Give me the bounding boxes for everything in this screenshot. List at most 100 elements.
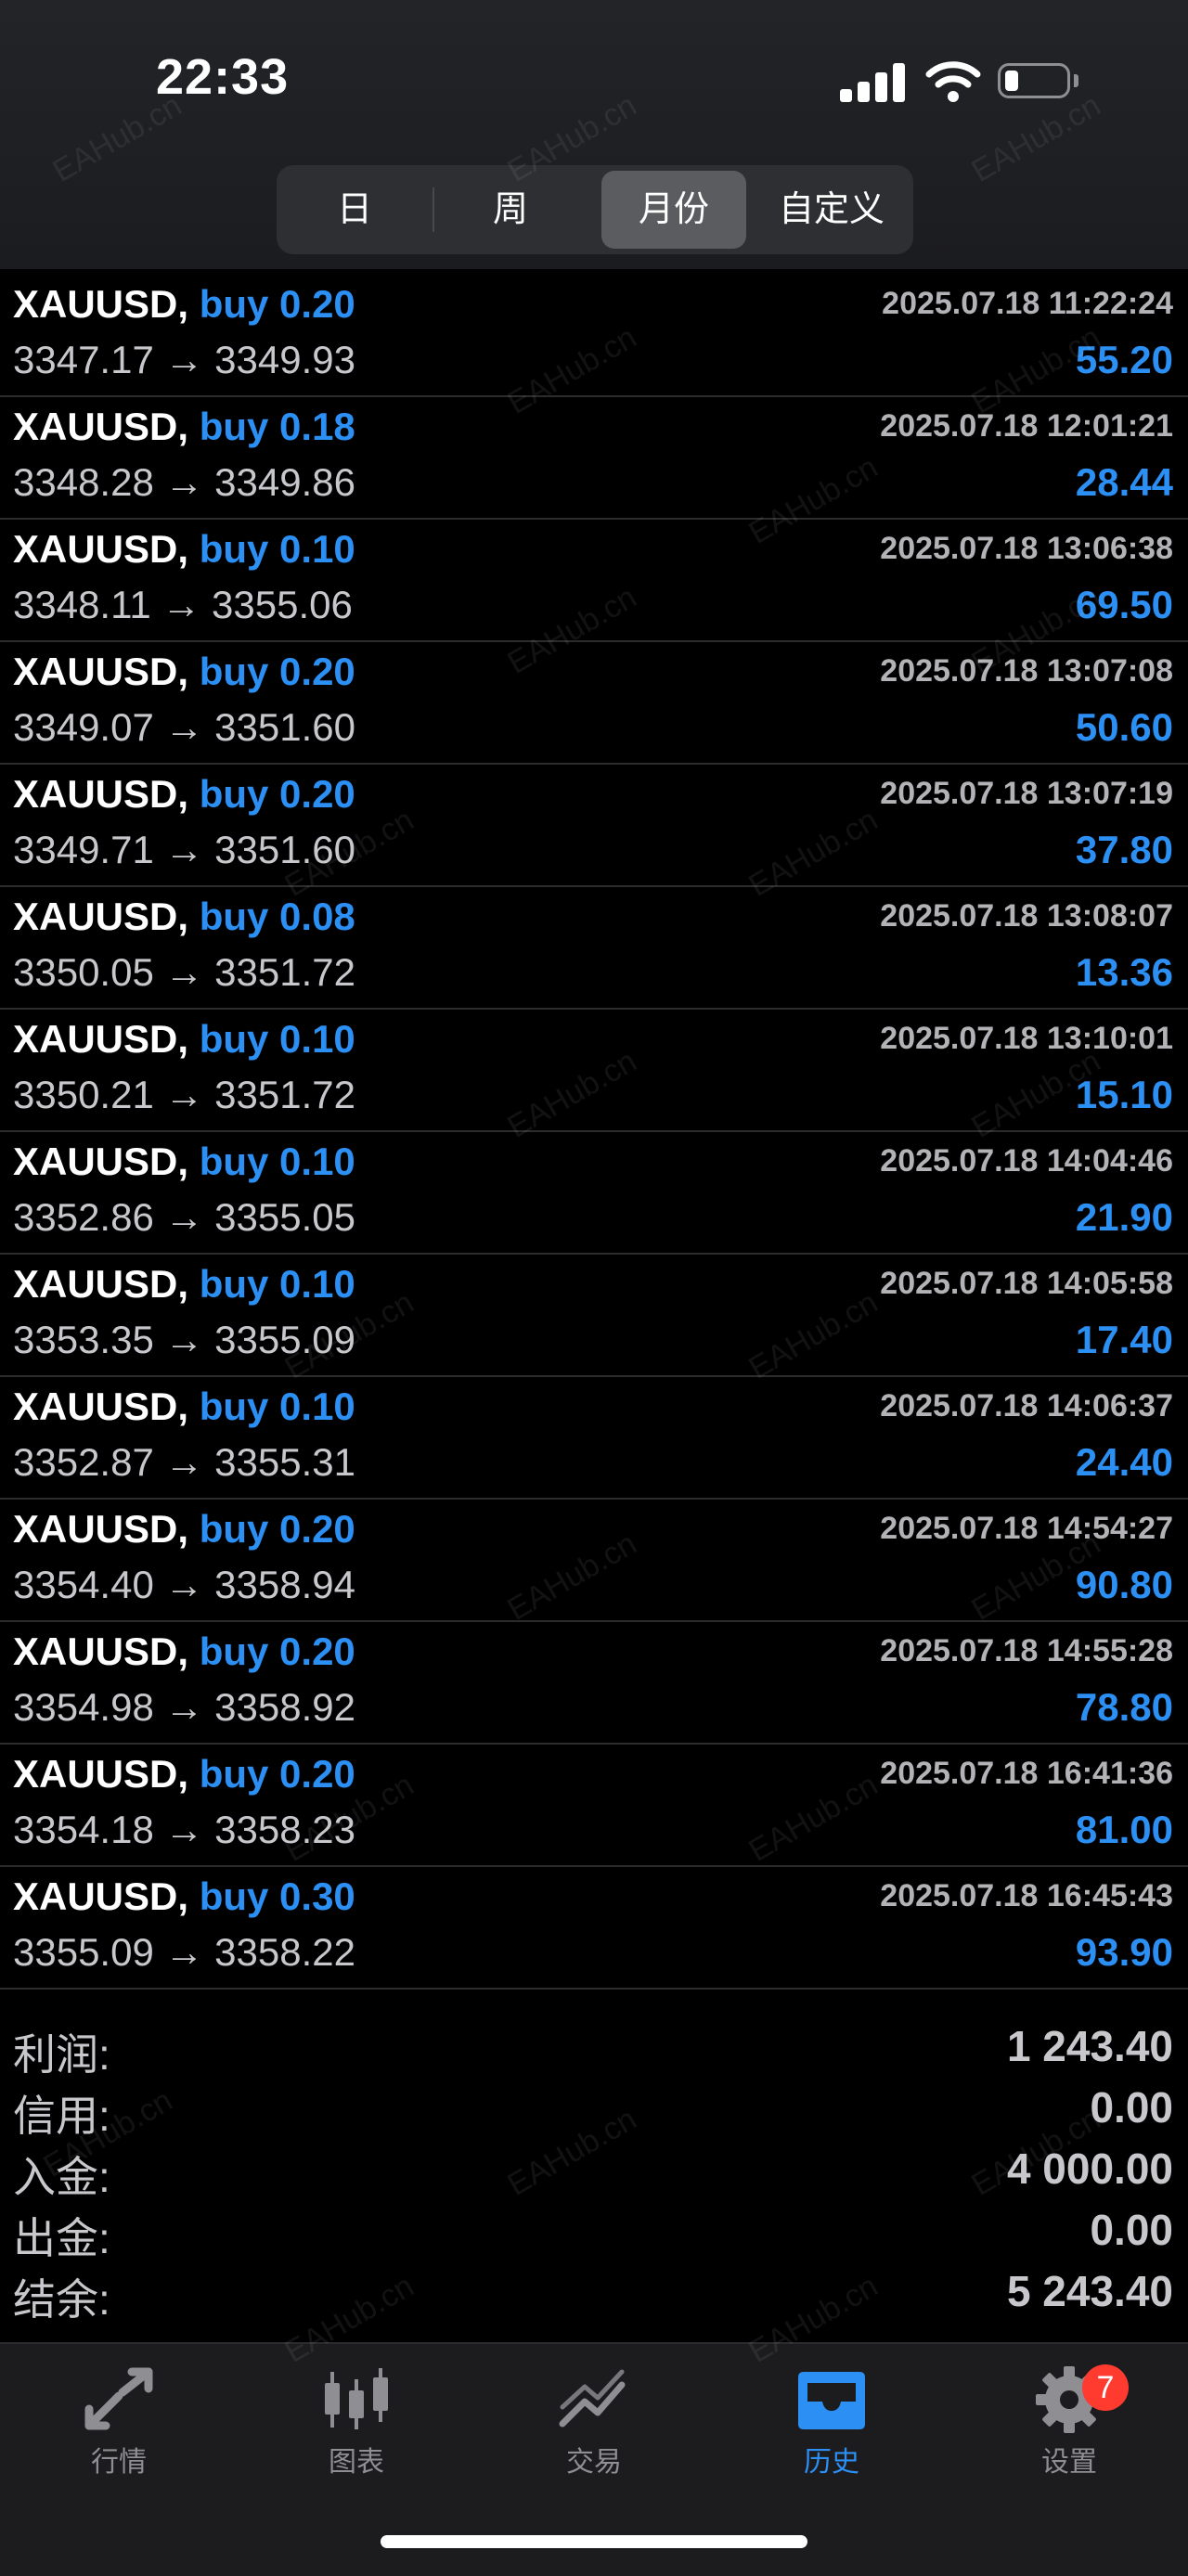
trade-prices: 3354.40 → 3358.94: [13, 1563, 355, 1606]
trade-symbol: XAUUSD,: [13, 1017, 189, 1061]
trade-row[interactable]: XAUUSD, buy 0.10 2025.07.18 13:10:01 335…: [0, 1010, 1188, 1132]
header: 22:33 日 周 月份 自定义: [0, 0, 1188, 269]
summary-credit: 信用: 0.00: [0, 2079, 1188, 2140]
trade-row[interactable]: XAUUSD, buy 0.20 2025.07.18 14:54:27 335…: [0, 1500, 1188, 1622]
trade-history-list: XAUUSD, buy 0.20 2025.07.18 11:22:24 334…: [0, 275, 1188, 1990]
trade-row[interactable]: XAUUSD, buy 0.10 2025.07.18 14:04:46 335…: [0, 1132, 1188, 1255]
period-segmented-control: 日 周 月份 自定义: [277, 165, 913, 254]
account-summary: 利润: 1 243.40 信用: 0.00 入金: 4 000.00 出金: 0…: [0, 2017, 1188, 2338]
trade-side: buy 0.10: [199, 1385, 355, 1428]
trade-row[interactable]: XAUUSD, buy 0.30 2025.07.18 16:45:43 335…: [0, 1867, 1188, 1990]
trade-time: 2025.07.18 14:04:46: [880, 1143, 1173, 1179]
trade-time: 2025.07.18 16:41:36: [880, 1756, 1173, 1791]
trade-time: 2025.07.18 14:55:28: [880, 1633, 1173, 1668]
trade-time: 2025.07.18 13:10:01: [880, 1021, 1173, 1056]
segment-day[interactable]: 日: [282, 171, 427, 249]
trade-profit: 93.90: [1075, 1930, 1173, 1974]
trade-row[interactable]: XAUUSD, buy 0.10 2025.07.18 13:06:38 334…: [0, 520, 1188, 642]
trade-prices: 3348.11 → 3355.06: [13, 583, 353, 626]
segment-custom[interactable]: 自定义: [759, 171, 904, 249]
trade-side: buy 0.08: [199, 895, 355, 938]
trade-row[interactable]: XAUUSD, buy 0.20 2025.07.18 13:07:19 334…: [0, 765, 1188, 887]
trade-profit: 13.36: [1075, 950, 1173, 994]
trade-time: 2025.07.18 14:05:58: [880, 1266, 1173, 1301]
trade-prices: 3349.07 → 3351.60: [13, 705, 355, 749]
trade-side: buy 0.18: [199, 405, 355, 448]
tab-quotes[interactable]: 行情: [35, 2366, 202, 2487]
trade-side: buy 0.10: [199, 1017, 355, 1061]
trade-time: 2025.07.18 14:54:27: [880, 1511, 1173, 1546]
summary-value: 1 243.40: [1006, 2022, 1173, 2070]
segment-month[interactable]: 月份: [601, 171, 746, 249]
trade-prices: 3354.98 → 3358.92: [13, 1685, 355, 1729]
summary-profit: 利润: 1 243.40: [0, 2017, 1188, 2079]
trade-side: buy 0.10: [199, 1262, 355, 1306]
trade-time: 2025.07.18 16:45:43: [880, 1878, 1173, 1913]
summary-label: 出金:: [13, 2214, 110, 2262]
history-inbox-icon: [798, 2372, 865, 2429]
tab-label: 行情: [91, 2447, 147, 2478]
trade-prices: 3350.05 → 3351.72: [13, 950, 355, 994]
trade-symbol: XAUUSD,: [13, 1874, 189, 1918]
summary-label: 信用:: [13, 2092, 110, 2140]
battery-icon: [998, 63, 1070, 98]
trade-profit: 55.20: [1075, 338, 1173, 381]
trade-time: 2025.07.18 13:07:08: [880, 653, 1173, 689]
trade-row[interactable]: XAUUSD, buy 0.20 2025.07.18 14:55:28 335…: [0, 1622, 1188, 1745]
trade-row[interactable]: XAUUSD, buy 0.20 2025.07.18 13:07:08 334…: [0, 642, 1188, 765]
trade-symbol: XAUUSD,: [13, 282, 189, 326]
status-icons: [840, 59, 1081, 104]
tab-trade[interactable]: 交易: [510, 2366, 678, 2487]
tab-settings[interactable]: 7 设置: [986, 2364, 1153, 2487]
summary-label: 利润:: [13, 2030, 110, 2079]
trade-prices: 3353.35 → 3355.09: [13, 1318, 355, 1361]
trade-side: buy 0.10: [199, 1140, 355, 1183]
tab-label: 历史: [804, 2447, 859, 2478]
summary-value: 4 000.00: [1006, 2145, 1173, 2193]
trade-symbol: XAUUSD,: [13, 1629, 189, 1673]
trade-prices: 3350.21 → 3351.72: [13, 1073, 355, 1116]
trade-prices: 3354.18 → 3358.23: [13, 1808, 355, 1851]
tab-history[interactable]: 历史: [748, 2366, 915, 2487]
trade-symbol: XAUUSD,: [13, 650, 189, 693]
trade-row[interactable]: XAUUSD, buy 0.20 2025.07.18 16:41:36 335…: [0, 1745, 1188, 1867]
trade-time: 2025.07.18 13:08:07: [880, 898, 1173, 934]
trade-symbol: XAUUSD,: [13, 1140, 189, 1183]
trade-row[interactable]: XAUUSD, buy 0.10 2025.07.18 14:06:37 335…: [0, 1377, 1188, 1500]
trade-row[interactable]: XAUUSD, buy 0.10 2025.07.18 14:05:58 335…: [0, 1255, 1188, 1377]
trade-row[interactable]: XAUUSD, buy 0.20 2025.07.18 11:22:24 334…: [0, 275, 1188, 397]
trade-trend-icon: [559, 2369, 626, 2428]
trade-symbol: XAUUSD,: [13, 1752, 189, 1796]
trade-symbol: XAUUSD,: [13, 895, 189, 938]
trade-profit: 69.50: [1075, 583, 1173, 626]
trade-side: buy 0.20: [199, 650, 355, 693]
trade-row[interactable]: XAUUSD, buy 0.18 2025.07.18 12:01:21 334…: [0, 397, 1188, 520]
trade-side: buy 0.20: [199, 772, 355, 816]
summary-label: 结余:: [13, 2275, 110, 2324]
home-indicator: [381, 2535, 807, 2548]
summary-label: 入金:: [13, 2153, 110, 2201]
trade-time: 2025.07.18 13:07:19: [880, 776, 1173, 811]
tab-charts[interactable]: 图表: [273, 2366, 440, 2487]
trade-symbol: XAUUSD,: [13, 1507, 189, 1551]
trade-prices: 3347.17 → 3349.93: [13, 338, 355, 381]
trade-profit: 37.80: [1075, 828, 1173, 871]
trade-time: 2025.07.18 11:22:24: [882, 286, 1173, 321]
trade-profit: 28.44: [1075, 460, 1173, 504]
summary-value: 0.00: [1090, 2083, 1173, 2132]
notification-badge: 7: [1082, 2364, 1129, 2411]
wifi-icon: [925, 61, 981, 102]
tab-label: 设置: [1041, 2447, 1097, 2478]
segment-week[interactable]: 周: [438, 171, 583, 249]
summary-value: 5 243.40: [1006, 2267, 1173, 2315]
trade-symbol: XAUUSD,: [13, 405, 189, 448]
trade-symbol: XAUUSD,: [13, 1385, 189, 1428]
trade-side: buy 0.20: [199, 1629, 355, 1673]
trade-prices: 3352.87 → 3355.31: [13, 1440, 355, 1484]
trade-prices: 3352.86 → 3355.05: [13, 1195, 355, 1239]
trade-side: buy 0.20: [199, 1752, 355, 1796]
trade-profit: 90.80: [1075, 1563, 1173, 1606]
trade-time: 2025.07.18 14:06:37: [880, 1388, 1173, 1423]
trade-row[interactable]: XAUUSD, buy 0.08 2025.07.18 13:08:07 335…: [0, 887, 1188, 1010]
trade-time: 2025.07.18 13:06:38: [880, 531, 1173, 566]
